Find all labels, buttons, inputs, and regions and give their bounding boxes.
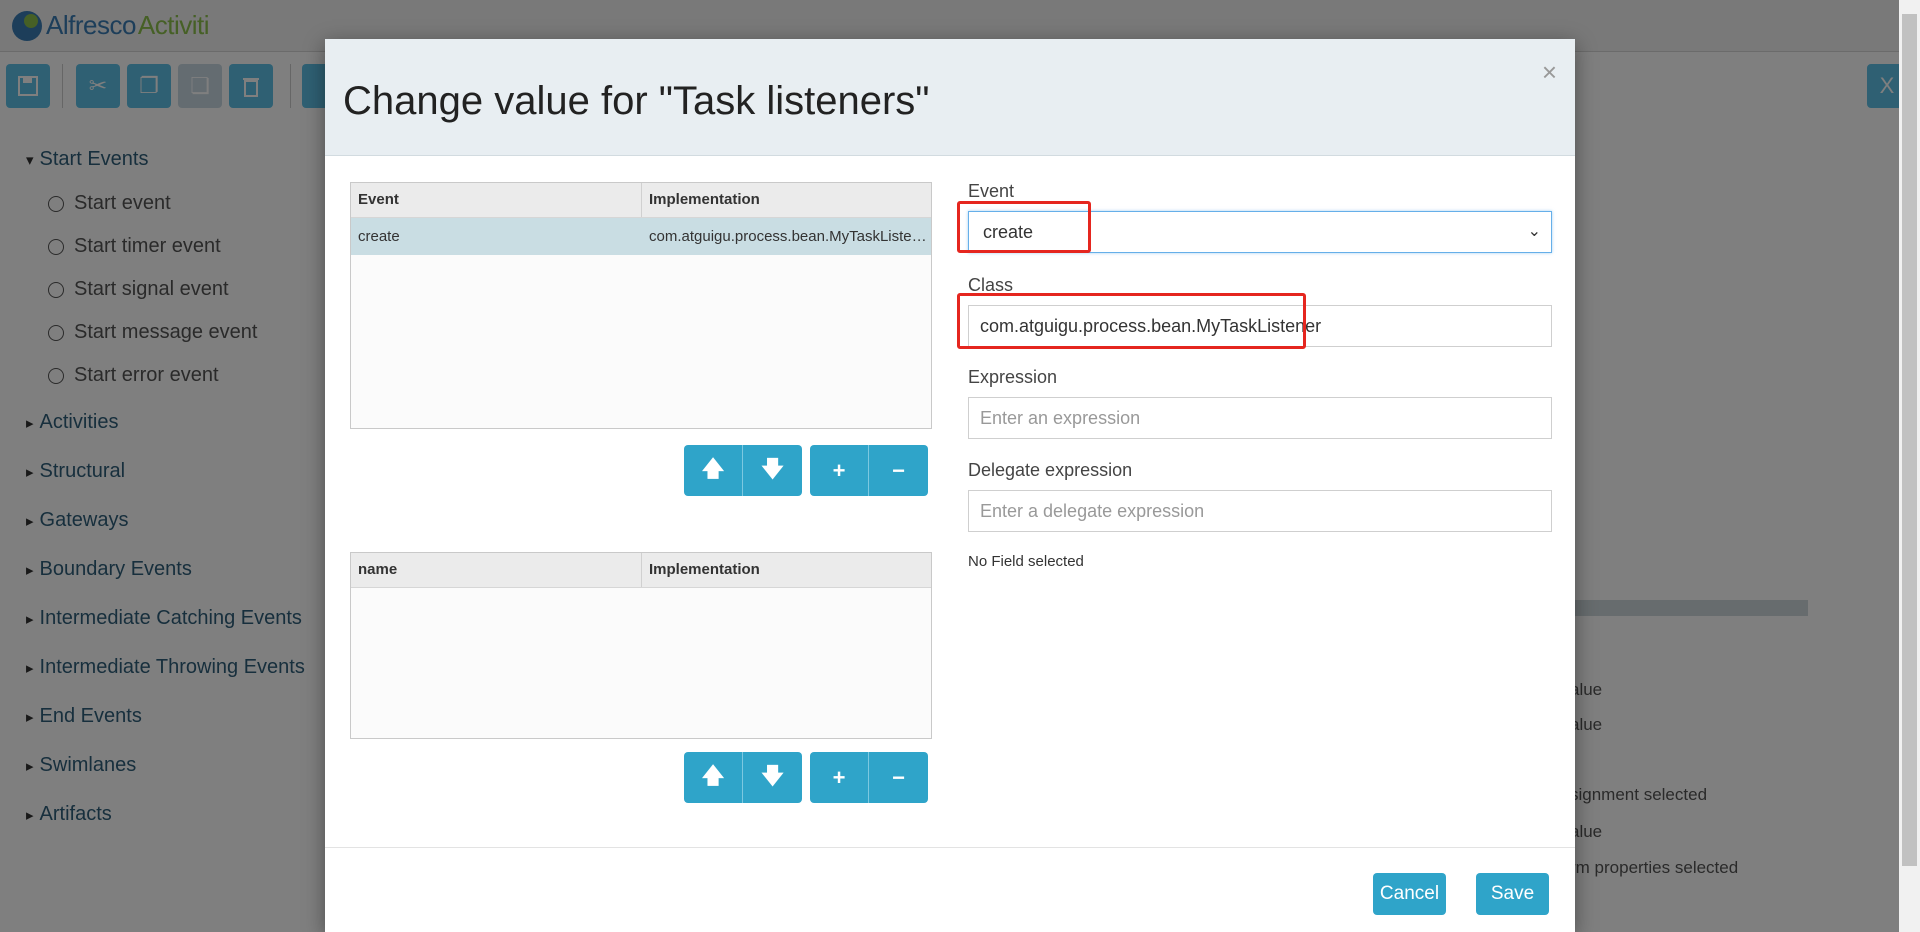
fields-grid: name Implementation — [350, 552, 932, 739]
listeners-grid: Event Implementation create com.atguigu.… — [350, 182, 932, 429]
column-header-implementation[interactable]: Implementation — [642, 553, 931, 587]
grid-header: name Implementation — [351, 553, 931, 588]
arrow-up-icon: 🡅 — [701, 762, 725, 788]
no-field-message: No Field selected — [968, 553, 1084, 570]
delegate-expression-input[interactable]: Enter a delegate expression — [968, 490, 1552, 532]
move-up-button[interactable]: 🡅 — [684, 752, 743, 803]
add-listener-button[interactable]: + — [810, 445, 869, 496]
annotation-highlight-event — [957, 201, 1091, 253]
chevron-down-icon: ⌄ — [1527, 223, 1541, 240]
arrow-down-icon: 🡇 — [761, 455, 784, 481]
remove-listener-button[interactable]: − — [869, 445, 928, 496]
remove-field-button[interactable]: − — [869, 752, 928, 803]
dialog-title: Change value for "Task listeners" — [343, 79, 930, 123]
plus-icon: + — [832, 764, 846, 790]
arrow-up-icon: 🡅 — [701, 455, 725, 481]
plus-icon: + — [832, 457, 846, 483]
column-header-name[interactable]: name — [351, 553, 641, 587]
dialog-footer-divider — [325, 847, 1575, 848]
field-move-buttons: 🡅 🡇 — [684, 752, 802, 803]
close-icon[interactable]: × — [1542, 57, 1557, 88]
column-header-implementation[interactable]: Implementation — [642, 183, 931, 217]
minus-icon: − — [892, 457, 905, 483]
cancel-button[interactable]: Cancel — [1373, 873, 1446, 915]
event-label: Event — [968, 181, 1015, 201]
delegate-expression-label: Delegate expression — [968, 460, 1133, 480]
arrow-down-icon: 🡇 — [761, 762, 784, 788]
field-edit-buttons: + − — [810, 752, 928, 803]
cell-implementation: com.atguigu.process.bean.MyTaskListener — [649, 228, 931, 245]
move-down-button[interactable]: 🡇 — [743, 752, 802, 803]
table-row[interactable]: create com.atguigu.process.bean.MyTaskLi… — [351, 218, 931, 255]
grid-header: Event Implementation — [351, 183, 931, 218]
scrollbar-thumb[interactable] — [1902, 14, 1917, 866]
annotation-highlight-class — [957, 293, 1306, 349]
expression-input[interactable]: Enter an expression — [968, 397, 1552, 439]
task-listeners-dialog: Change value for "Task listeners" × Even… — [325, 39, 1575, 932]
expression-label: Expression — [968, 367, 1058, 387]
dialog-header: Change value for "Task listeners" × — [325, 39, 1575, 156]
move-down-button[interactable]: 🡇 — [743, 445, 802, 496]
save-button[interactable]: Save — [1476, 873, 1549, 915]
move-up-button[interactable]: 🡅 — [684, 445, 743, 496]
cell-event: create — [358, 228, 400, 245]
add-field-button[interactable]: + — [810, 752, 869, 803]
listener-edit-buttons: + − — [810, 445, 928, 496]
listener-move-buttons: 🡅 🡇 — [684, 445, 802, 496]
minus-icon: − — [892, 764, 905, 790]
column-header-event[interactable]: Event — [351, 183, 641, 217]
